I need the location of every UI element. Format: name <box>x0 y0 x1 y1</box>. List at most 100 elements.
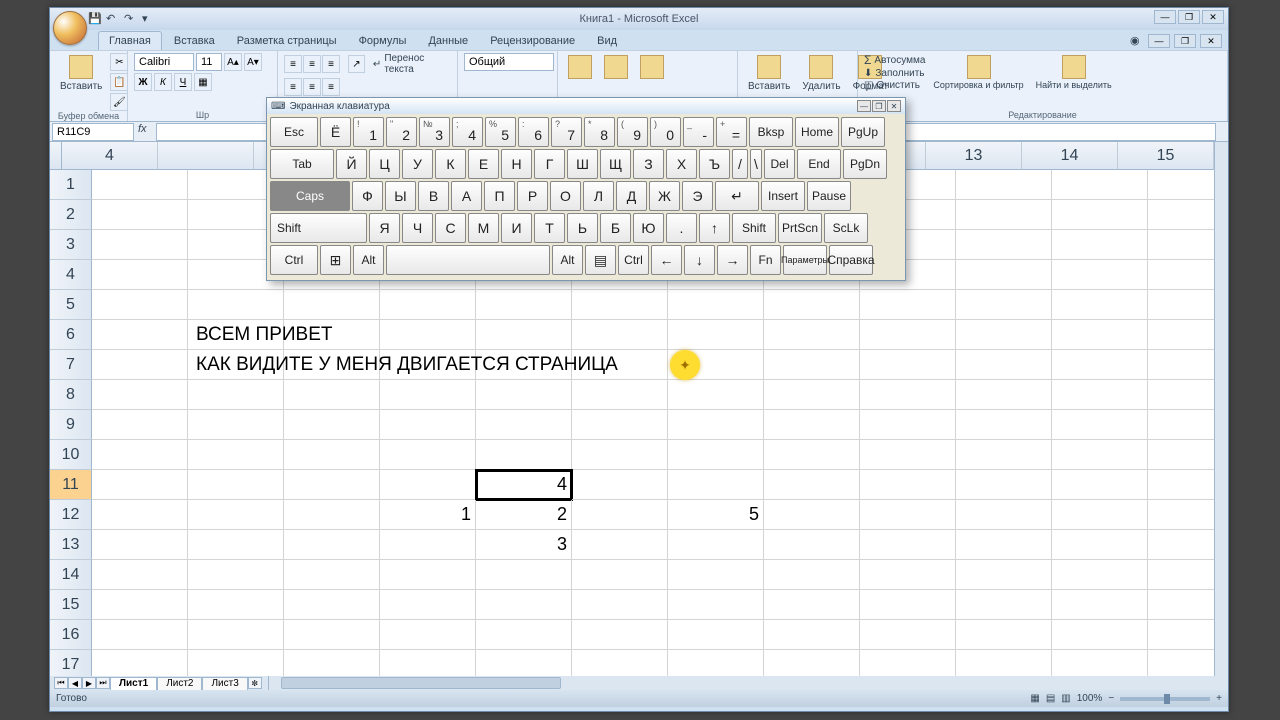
key[interactable]: Ы <box>385 181 416 211</box>
key[interactable]: ;4 <box>452 117 483 147</box>
row-header[interactable]: 5 <box>50 290 92 320</box>
row-header[interactable]: 3 <box>50 230 92 260</box>
key[interactable]: Ь <box>567 213 598 243</box>
key[interactable]: Н <box>501 149 532 179</box>
zoom-in-button[interactable]: + <box>1216 693 1222 704</box>
key-home[interactable]: Home <box>795 117 839 147</box>
row-header[interactable]: 1 <box>50 170 92 200</box>
key[interactable]: Д <box>616 181 647 211</box>
row-header[interactable]: 14 <box>50 560 92 590</box>
col-header[interactable]: 15 <box>1118 142 1214 170</box>
cut-icon[interactable]: ✂ <box>110 53 128 71</box>
key-settings[interactable]: Параметры <box>783 245 827 275</box>
cell[interactable]: 5 <box>668 500 764 530</box>
key[interactable]: Е <box>468 149 499 179</box>
tab-data[interactable]: Данные <box>418 32 478 50</box>
row-header[interactable]: 16 <box>50 620 92 650</box>
cell[interactable]: 3 <box>476 530 572 560</box>
sheet-tab[interactable]: Лист3 <box>202 677 247 690</box>
key[interactable]: Т <box>534 213 565 243</box>
key[interactable]: Л <box>583 181 614 211</box>
osk-close[interactable]: ✕ <box>887 100 901 112</box>
key-arrow-down[interactable]: ↓ <box>684 245 715 275</box>
row-header[interactable]: 6 <box>50 320 92 350</box>
key[interactable]: М <box>468 213 499 243</box>
help-icon[interactable]: ◉ <box>1130 34 1144 48</box>
key-fn[interactable]: Fn <box>750 245 781 275</box>
key-arrow-up[interactable]: ↑ <box>699 213 730 243</box>
save-icon[interactable]: 💾 <box>88 12 102 26</box>
view-normal-icon[interactable]: ▦ <box>1030 693 1039 704</box>
key[interactable]: Г <box>534 149 565 179</box>
key[interactable]: Р <box>517 181 548 211</box>
selected-cell[interactable]: 4 <box>476 470 572 500</box>
align-top-icon[interactable]: ≡ <box>284 55 302 73</box>
orientation-icon[interactable]: ↗ <box>348 55 365 73</box>
key[interactable]: ?7 <box>551 117 582 147</box>
key[interactable]: / <box>732 149 748 179</box>
row-header[interactable]: 8 <box>50 380 92 410</box>
align-right-icon[interactable]: ≡ <box>322 78 340 96</box>
key-pause[interactable]: Pause <box>807 181 851 211</box>
italic-button[interactable]: К <box>154 73 172 91</box>
key[interactable]: Ф <box>352 181 383 211</box>
key[interactable]: += <box>716 117 747 147</box>
key-esc[interactable]: Esc <box>270 117 318 147</box>
format-painter-icon[interactable]: 🖌 <box>110 93 128 111</box>
zoom-thumb[interactable] <box>1164 694 1170 704</box>
maximize-button[interactable]: ❐ <box>1178 10 1200 24</box>
key[interactable]: Б <box>600 213 631 243</box>
ribbon-restore-button[interactable]: ❐ <box>1174 34 1196 48</box>
key[interactable]: Ю <box>633 213 664 243</box>
row-header-selected[interactable]: 11 <box>50 470 92 500</box>
row-header[interactable]: 4 <box>50 260 92 290</box>
delete-cells-button[interactable]: Удалить <box>798 53 844 94</box>
underline-button[interactable]: Ч <box>174 73 192 91</box>
key[interactable]: П <box>484 181 515 211</box>
key[interactable]: Ч <box>402 213 433 243</box>
autosum-button[interactable]: ΣАвтосумма <box>864 53 925 67</box>
sheet-tab[interactable]: Лист2 <box>157 677 202 690</box>
sheet-nav-last[interactable]: ⏭ <box>96 677 110 689</box>
row-header[interactable]: 12 <box>50 500 92 530</box>
key-insert[interactable]: Insert <box>761 181 805 211</box>
key[interactable]: )0 <box>650 117 681 147</box>
key[interactable]: С <box>435 213 466 243</box>
borders-icon[interactable]: ▦ <box>194 73 212 91</box>
select-all-corner[interactable] <box>50 142 62 170</box>
paste-button[interactable]: Вставить <box>56 53 106 94</box>
key[interactable]: "2 <box>386 117 417 147</box>
key-scrolllock[interactable]: ScLk <box>824 213 868 243</box>
wrap-text-button[interactable]: ↵ Перенос текста <box>373 53 451 75</box>
key-pgdn[interactable]: PgDn <box>843 149 887 179</box>
fill-button[interactable]: ⬇Заполнить <box>864 68 925 79</box>
key[interactable]: !1 <box>353 117 384 147</box>
sheet-tab[interactable]: Лист1 <box>110 677 157 690</box>
key-tab[interactable]: Tab <box>270 149 334 179</box>
key[interactable]: З <box>633 149 664 179</box>
name-box[interactable]: R11C9 <box>52 123 134 141</box>
ribbon-min-button[interactable]: — <box>1148 34 1170 48</box>
sheet-nav-next[interactable]: ▶ <box>82 677 96 689</box>
key-backspace[interactable]: Bksp <box>749 117 793 147</box>
shrink-font-icon[interactable]: A▾ <box>244 53 262 71</box>
key-enter[interactable]: ↵ <box>715 181 759 211</box>
minimize-button[interactable]: — <box>1154 10 1176 24</box>
key[interactable]: №3 <box>419 117 450 147</box>
ribbon-close-button[interactable]: ✕ <box>1200 34 1222 48</box>
osk-maximize[interactable]: ❐ <box>872 100 886 112</box>
cell[interactable]: 1 <box>380 500 476 530</box>
sheet-nav-prev[interactable]: ◀ <box>68 677 82 689</box>
cond-format-button[interactable] <box>564 53 596 81</box>
col-header[interactable] <box>158 142 254 170</box>
row-header[interactable]: 9 <box>50 410 92 440</box>
zoom-level[interactable]: 100% <box>1077 693 1103 704</box>
close-button[interactable]: ✕ <box>1202 10 1224 24</box>
sort-filter-button[interactable]: Сортировка и фильтр <box>929 53 1027 92</box>
row-header[interactable]: 10 <box>50 440 92 470</box>
qat-more-icon[interactable]: ▾ <box>142 12 156 26</box>
tab-view[interactable]: Вид <box>587 32 627 50</box>
col-header[interactable]: 13 <box>926 142 1022 170</box>
key-pgup[interactable]: PgUp <box>841 117 885 147</box>
new-sheet-button[interactable]: ✼ <box>248 677 262 689</box>
